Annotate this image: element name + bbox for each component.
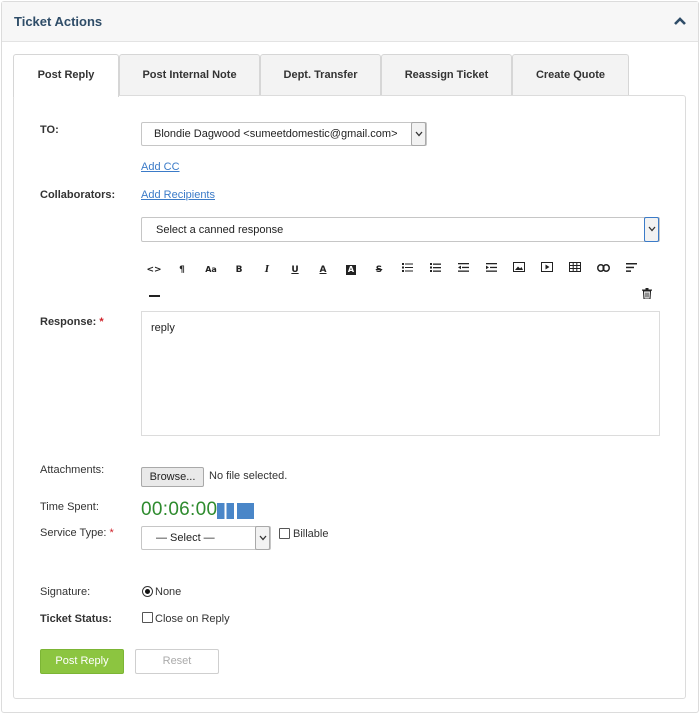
image-icon[interactable] — [509, 262, 529, 278]
font-color-icon[interactable]: A — [313, 262, 333, 278]
ticket-status-label: Ticket Status: — [40, 613, 112, 625]
add-cc-link[interactable]: Add CC — [141, 161, 180, 173]
time-spent-label: Time Spent: — [40, 501, 99, 513]
service-type-value: — Select — — [156, 532, 215, 544]
panel-title: Ticket Actions — [14, 14, 103, 29]
billable-checkbox[interactable] — [279, 528, 290, 539]
post-reply-button[interactable]: Post Reply — [40, 649, 124, 674]
tab-dept-transfer[interactable]: Dept. Transfer — [260, 54, 381, 96]
to-select[interactable]: Blondie Dagwood <sumeetdomestic@gmail.co… — [141, 122, 427, 146]
background-color-icon[interactable]: A — [341, 262, 361, 278]
billable-label: Billable — [293, 528, 329, 540]
browse-button[interactable]: Browse... — [141, 467, 204, 487]
tab-create-quote[interactable]: Create Quote — [512, 54, 629, 96]
response-label: Response: * — [40, 316, 104, 328]
collaborators-label: Collaborators: — [40, 189, 116, 201]
canned-response-select[interactable]: Select a canned response — [141, 217, 660, 242]
to-label: TO: — [40, 124, 59, 136]
close-on-reply-label: Close on Reply — [155, 613, 230, 625]
tab-post-internal-note[interactable]: Post Internal Note — [119, 54, 260, 96]
align-icon[interactable] — [621, 262, 641, 278]
chevron-up-icon[interactable] — [674, 15, 688, 27]
signature-label: Signature: — [40, 586, 91, 598]
response-editor[interactable]: reply — [141, 311, 660, 436]
service-type-label: Service Type: * — [40, 527, 114, 539]
video-icon[interactable] — [537, 262, 557, 278]
chevron-down-icon[interactable] — [644, 217, 659, 242]
signature-none-radio[interactable] — [142, 586, 153, 597]
panel-header[interactable]: Ticket Actions — [2, 2, 698, 42]
signature-none-label: None — [155, 586, 182, 598]
attachments-label: Attachments: — [40, 464, 105, 476]
response-text[interactable]: reply — [151, 322, 175, 334]
table-icon[interactable] — [565, 262, 585, 278]
to-value: Blondie Dagwood <sumeetdomestic@gmail.co… — [154, 128, 398, 140]
italic-icon[interactable]: I — [257, 262, 277, 278]
outdent-icon[interactable] — [453, 262, 473, 278]
pause-icon[interactable] — [217, 503, 234, 519]
chevron-down-icon[interactable] — [411, 122, 426, 146]
chevron-down-icon[interactable] — [255, 526, 270, 550]
add-recipients-link[interactable]: Add Recipients — [141, 189, 215, 201]
ordered-list-icon[interactable] — [425, 262, 445, 278]
close-on-reply-checkbox[interactable] — [142, 612, 153, 623]
trash-icon[interactable] — [637, 288, 657, 304]
canned-response-value: Select a canned response — [156, 224, 284, 236]
tab-reassign-ticket[interactable]: Reassign Ticket — [381, 54, 512, 96]
no-file-text: No file selected. — [209, 470, 288, 482]
unordered-list-icon[interactable] — [397, 262, 417, 278]
response-label-text: Response: — [40, 316, 97, 328]
editor-toolbar: <> ¶ Aa B I U A A S — [141, 257, 660, 311]
required-mark: * — [109, 527, 114, 539]
link-icon[interactable] — [593, 262, 613, 278]
font-size-icon[interactable]: Aa — [201, 262, 221, 278]
horizontal-rule-icon[interactable] — [144, 288, 164, 304]
tab-post-reply[interactable]: Post Reply — [13, 54, 119, 97]
paragraph-icon[interactable]: ¶ — [172, 262, 192, 278]
stop-icon[interactable] — [237, 503, 254, 519]
required-mark: * — [99, 316, 104, 328]
service-type-select[interactable]: — Select — — [141, 526, 271, 550]
bold-icon[interactable]: B — [229, 262, 249, 278]
timer-display: 00:06:00 — [141, 499, 218, 520]
service-type-label-text: Service Type: — [40, 527, 107, 539]
indent-icon[interactable] — [481, 262, 501, 278]
underline-icon[interactable]: U — [285, 262, 305, 278]
code-view-icon[interactable]: <> — [144, 262, 164, 278]
strikethrough-icon[interactable]: S — [369, 262, 389, 278]
reset-button[interactable]: Reset — [135, 649, 219, 674]
